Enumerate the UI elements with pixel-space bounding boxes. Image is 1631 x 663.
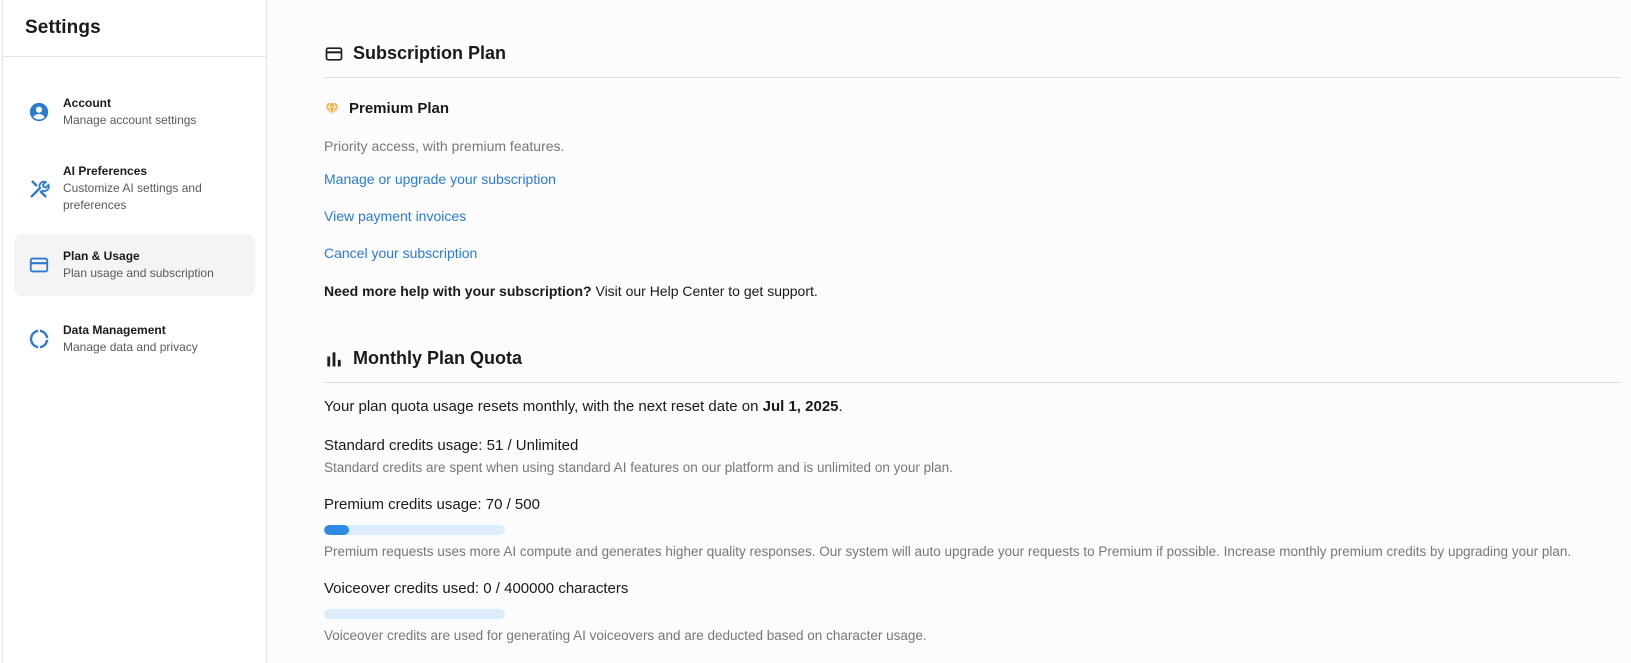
plan-row: Premium Plan [324, 100, 449, 117]
sidebar-item-desc: Plan usage and subscription [63, 266, 214, 280]
subscription-section-header: Subscription Plan [324, 43, 506, 64]
section-divider [324, 382, 1621, 383]
premium-credits-desc: Premium requests uses more AI compute an… [324, 544, 1572, 559]
sidebar-item-account[interactable]: Account Manage account settings [14, 81, 255, 143]
voiceover-credits-label: Voiceover credits used: 0 / 400000 chara… [324, 580, 629, 597]
tools-icon [30, 179, 50, 198]
bar-chart-icon [327, 351, 341, 366]
credit-card-icon [29, 257, 49, 273]
sidebar-title: Settings [25, 17, 101, 38]
section-divider [324, 77, 1621, 78]
quota-section-header: Monthly Plan Quota [324, 348, 522, 369]
donut-icon [29, 329, 49, 349]
manage-subscription-link[interactable]: Manage or upgrade your subscription [324, 171, 556, 187]
reset-suffix: . [838, 398, 843, 415]
sidebar-item-label: AI Preferences [63, 164, 148, 178]
voiceover-credits-desc: Voiceover credits are used for generatin… [324, 628, 927, 643]
diamond-icon [325, 102, 339, 116]
sidebar-item-desc: Manage account settings [63, 113, 197, 127]
premium-credits-label: Premium credits usage: 70 / 500 [324, 496, 540, 513]
plan-description: Priority access, with premium features. [324, 138, 565, 154]
standard-credits-label: Standard credits usage: 51 / Unlimited [324, 437, 579, 454]
settings-sidebar: Settings Account Manage account settings… [2, 0, 267, 663]
premium-credits-progress [324, 525, 505, 535]
quota-reset-text: Your plan quota usage resets monthly, wi… [324, 398, 843, 415]
sidebar-item-desc: Manage data and privacy [63, 340, 198, 354]
sidebar-item-desc: Customize AI settings and preferences [63, 181, 202, 212]
sidebar-header: Settings [3, 0, 266, 57]
sidebar-item-ai-preferences[interactable]: AI Preferences Customize AI settings and… [14, 149, 255, 228]
view-invoices-link[interactable]: View payment invoices [324, 208, 466, 224]
help-text-bold: Need more help with your subscription? [324, 283, 592, 299]
account-circle-icon [29, 102, 49, 122]
sidebar-item-label: Data Management [63, 323, 166, 337]
settings-nav: Account Manage account settings AI Prefe… [3, 57, 266, 370]
reset-text: Your plan quota usage resets monthly, wi… [324, 398, 763, 415]
sidebar-item-label: Plan & Usage [63, 249, 140, 263]
plan-name: Premium Plan [349, 100, 450, 117]
voiceover-credits-progress [324, 609, 505, 619]
cancel-subscription-link[interactable]: Cancel your subscription [324, 245, 477, 261]
standard-credits-desc: Standard credits are spent when using st… [324, 460, 953, 475]
credit-card-icon [325, 46, 343, 61]
help-text-rest: Visit our Help Center to get support. [591, 283, 818, 299]
sidebar-item-label: Account [63, 96, 111, 110]
premium-credits-progress-fill [324, 525, 350, 535]
sidebar-item-plan-usage[interactable]: Plan & Usage Plan usage and subscription [14, 234, 255, 296]
sidebar-item-data-management[interactable]: Data Management Manage data and privacy [14, 308, 255, 370]
subscription-title: Subscription Plan [353, 43, 507, 63]
reset-date: Jul 1, 2025 [762, 398, 839, 415]
quota-title: Monthly Plan Quota [353, 348, 522, 368]
settings-content: Subscription Plan Premium Plan Priority … [324, 0, 1621, 663]
help-text: Need more help with your subscription? V… [324, 283, 818, 299]
